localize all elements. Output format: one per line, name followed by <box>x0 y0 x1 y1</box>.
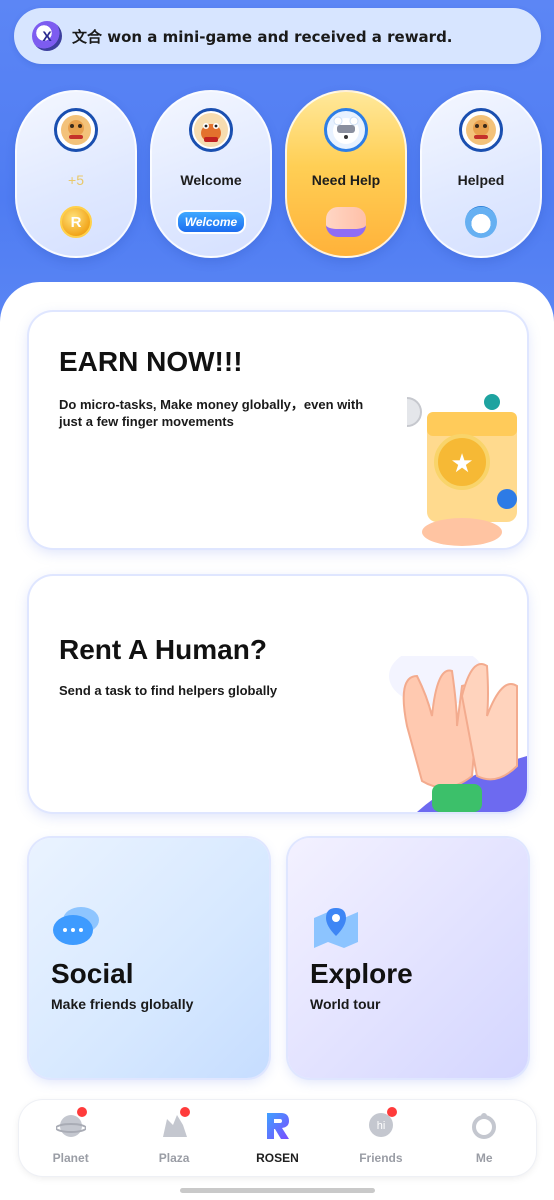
pill-helped[interactable]: Helped <box>420 90 542 258</box>
nav-label: Me <box>475 1151 493 1165</box>
mascot-avatar-icon <box>459 108 503 152</box>
social-title: Social <box>51 958 134 989</box>
map-pin-icon <box>314 908 358 948</box>
nav-label: ROSEN <box>256 1151 299 1165</box>
pill-points[interactable]: +5 R <box>15 90 137 258</box>
explore-tile[interactable]: Explore World tour <box>288 838 528 1078</box>
mascot-avatar-icon <box>189 108 233 152</box>
bottom-navigation: Planet Plaza ROSEN hi Friends Me <box>19 1100 536 1176</box>
welcome-sticker-icon: Welcome <box>175 210 247 234</box>
notification-dot <box>386 1107 397 1117</box>
gift-box-coins-icon: ★ <box>407 394 517 546</box>
rent-a-human-card[interactable]: Rent A Human? Send a task to find helper… <box>29 576 527 812</box>
nav-label: Friends <box>359 1151 403 1165</box>
social-tile[interactable]: Social Make friends globally <box>29 838 269 1078</box>
nav-item-me[interactable]: Me <box>444 1111 524 1165</box>
nav-label: Planet <box>52 1151 89 1165</box>
pill-label: +5 <box>68 172 84 188</box>
nav-item-rosen[interactable]: ROSEN <box>237 1111 317 1165</box>
ring-icon <box>469 1111 499 1141</box>
earn-now-card[interactable]: EARN NOW!!! Do micro-tasks, Make money g… <box>29 312 527 548</box>
pill-label: Welcome <box>180 172 242 188</box>
pill-label: Need Help <box>311 172 381 188</box>
nav-item-planet[interactable]: Planet <box>31 1107 111 1165</box>
explore-subtitle: World tour <box>310 996 381 1012</box>
home-indicator[interactable] <box>180 1188 375 1193</box>
explore-title: Explore <box>310 958 413 989</box>
user-avatar: X <box>32 21 62 51</box>
handshake-icon <box>326 207 366 237</box>
nav-item-friends[interactable]: hi Friends <box>341 1107 421 1165</box>
svg-text:hi: hi <box>377 1120 386 1132</box>
rosen-logo-icon <box>262 1111 292 1141</box>
svg-text:★: ★ <box>450 448 473 478</box>
reward-notification[interactable]: X 文合 won a mini-game and received a rewa… <box>14 8 541 64</box>
rent-card-subtitle: Send a task to find helpers globally <box>59 683 278 698</box>
notification-text: 文合 won a mini-game and received a reward… <box>72 27 453 46</box>
bear-avatar-icon <box>324 108 368 152</box>
coin-icon: R <box>60 206 92 238</box>
bear-icon <box>465 206 497 238</box>
pill-need-help[interactable]: Need Help <box>285 90 407 258</box>
pill-label: Helped <box>457 172 505 188</box>
earn-card-subtitle: Do micro-tasks, Make money globally，even… <box>59 397 364 429</box>
notification-dot <box>76 1107 87 1117</box>
social-subtitle: Make friends globally <box>51 996 194 1012</box>
earn-card-title: EARN NOW!!! <box>59 346 243 377</box>
high-five-hands-icon <box>389 656 527 812</box>
rent-card-title: Rent A Human? <box>59 634 267 665</box>
mascot-avatar-icon <box>54 108 98 152</box>
chat-bubble-icon <box>53 907 99 945</box>
nav-item-plaza[interactable]: Plaza <box>134 1107 214 1165</box>
pill-welcome[interactable]: Welcome Welcome <box>150 90 272 258</box>
nav-label: Plaza <box>158 1151 190 1165</box>
